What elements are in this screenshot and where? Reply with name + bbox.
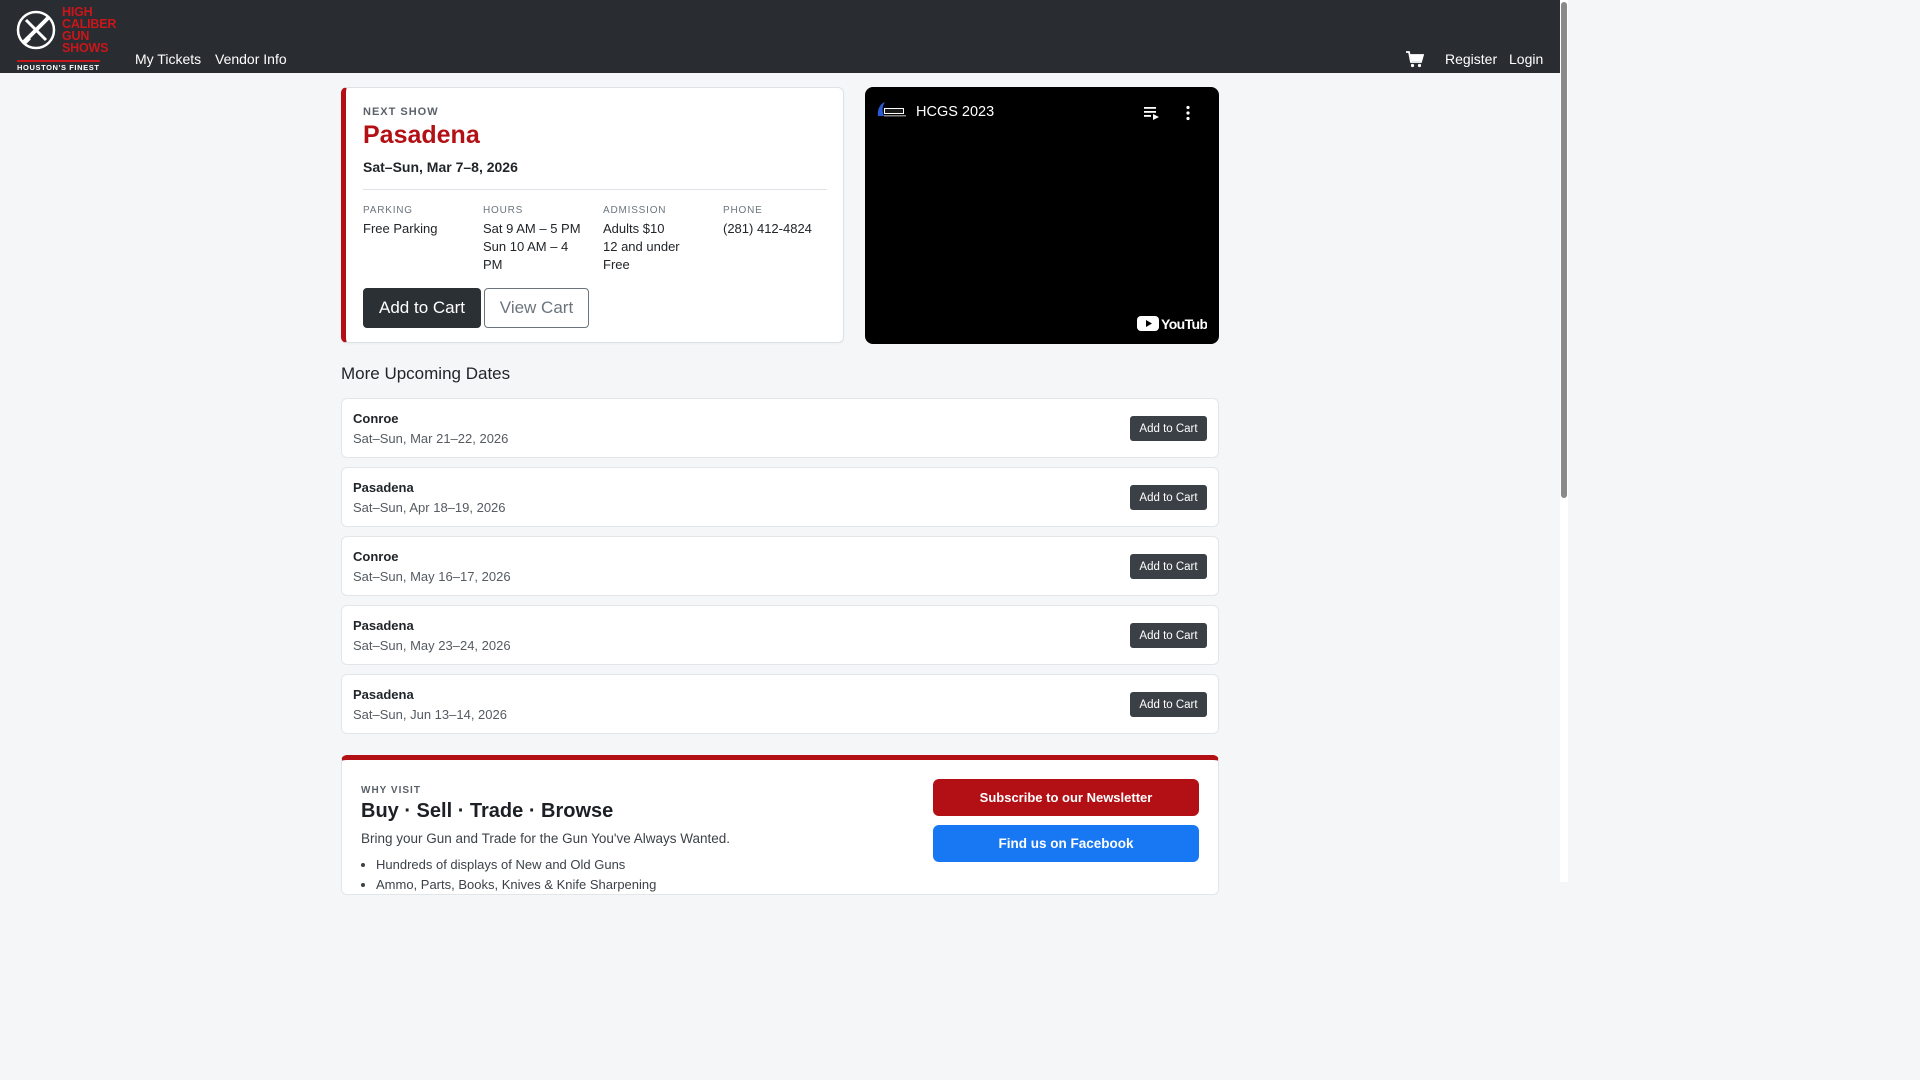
view-cart-button[interactable]: View Cart <box>484 288 589 328</box>
page-scrollbar[interactable] <box>1560 0 1568 882</box>
facebook-button[interactable]: Find us on Facebook <box>933 825 1199 862</box>
list-item: Pasadena Sat–Sun, May 23–24, 2026 Add to… <box>341 605 1219 665</box>
add-to-cart-button[interactable]: Add to Cart <box>363 288 481 328</box>
youtube-wordmark: YouTube <box>1161 316 1207 331</box>
divider <box>363 189 827 190</box>
show-dates: Sat–Sun, Mar 21–22, 2026 <box>353 431 509 446</box>
list-item: Hundreds of displays of New and Old Guns <box>376 855 656 875</box>
admission-line: 12 and under <box>603 239 680 254</box>
list-item: Conroe Sat–Sun, May 16–17, 2026 Add to C… <box>341 536 1219 596</box>
add-to-cart-button[interactable]: Add to Cart <box>1130 623 1207 648</box>
more-options-icon[interactable] <box>1184 105 1192 121</box>
hours-label: HOURS <box>483 205 524 216</box>
phone-info: PHONE (281) 412-4824 <box>723 205 835 238</box>
scrollbar-thumb[interactable] <box>1561 2 1567 498</box>
logo-tagline: HOUSTON'S FINEST <box>17 60 100 72</box>
next-show-city: Pasadena <box>363 121 480 149</box>
show-dates: Sat–Sun, Apr 18–19, 2026 <box>353 500 506 515</box>
add-to-cart-button[interactable]: Add to Cart <box>1130 692 1207 717</box>
parking-label: PARKING <box>363 205 413 216</box>
youtube-logo-icon[interactable]: YouTube <box>1137 315 1207 331</box>
list-item: Pasadena Sat–Sun, Apr 18–19, 2026 Add to… <box>341 467 1219 527</box>
next-show-dates: Sat–Sun, Mar 7–8, 2026 <box>363 159 518 175</box>
show-city: Pasadena <box>353 687 414 702</box>
admission-line: Free <box>603 257 630 272</box>
parking-value: Free Parking <box>363 221 438 236</box>
next-show-card: NEXT SHOW Pasadena Sat–Sun, Mar 7–8, 202… <box>341 87 844 343</box>
next-show-eyebrow: NEXT SHOW <box>363 106 439 118</box>
admission-line: Adults $10 <box>603 221 665 236</box>
shopping-cart-icon[interactable] <box>1406 51 1424 68</box>
hours-line: Sun 10 AM – 4 <box>483 239 569 254</box>
video-title[interactable]: HCGS 2023 <box>916 104 994 120</box>
playlist-icon[interactable] <box>1144 106 1160 120</box>
list-item: Pasadena Sat–Sun, Jun 13–14, 2026 Add to… <box>341 674 1219 734</box>
add-to-cart-button[interactable]: Add to Cart <box>1130 416 1207 441</box>
hours-line: Sat 9 AM – 5 PM <box>483 221 581 236</box>
why-visit-eyebrow: WHY VISIT <box>361 785 421 796</box>
why-visit-list: Hundreds of displays of New and Old Guns… <box>361 855 656 895</box>
logo-line: SHOWS <box>62 41 109 55</box>
list-item: Ammo, Parts, Books, Knives & Knife Sharp… <box>376 875 656 895</box>
show-city: Pasadena <box>353 618 414 633</box>
nav-my-tickets[interactable]: My Tickets <box>135 51 201 67</box>
add-to-cart-button[interactable]: Add to Cart <box>1130 485 1207 510</box>
site-logo[interactable]: HIGH CALIBER GUN SHOWS HOUSTON'S FINEST <box>14 6 116 72</box>
nav-register[interactable]: Register <box>1445 51 1497 67</box>
list-item: Conroe Sat–Sun, Mar 21–22, 2026 Add to C… <box>341 398 1219 458</box>
rifle-emblem-icon <box>16 10 56 50</box>
admission-info: ADMISSION Adults $10 12 and under Free <box>603 205 715 274</box>
hours-info: HOURS Sat 9 AM – 5 PM Sun 10 AM – 4 PM <box>483 205 595 274</box>
phone-label: PHONE <box>723 205 763 216</box>
show-dates: Sat–Sun, May 23–24, 2026 <box>353 638 511 653</box>
channel-avatar-icon[interactable] <box>875 101 907 119</box>
top-navbar: HIGH CALIBER GUN SHOWS HOUSTON'S FINEST … <box>0 0 1560 73</box>
show-city: Pasadena <box>353 480 414 495</box>
subscribe-newsletter-button[interactable]: Subscribe to our Newsletter <box>933 779 1199 816</box>
why-visit-headline: Buy · Sell · Trade · Browse <box>361 800 614 822</box>
why-visit-subline: Bring your Gun and Trade for the Gun You… <box>361 831 731 846</box>
nav-login[interactable]: Login <box>1509 51 1543 67</box>
nav-vendor-info[interactable]: Vendor Info <box>215 51 287 67</box>
show-dates: Sat–Sun, May 16–17, 2026 <box>353 569 511 584</box>
why-visit-card: WHY VISIT Buy · Sell · Trade · Browse Br… <box>341 755 1219 895</box>
show-dates: Sat–Sun, Jun 13–14, 2026 <box>353 707 507 722</box>
phone-value[interactable]: (281) 412-4824 <box>723 220 835 238</box>
youtube-video-embed[interactable]: HCGS 2023 YouTube <box>865 87 1219 344</box>
hours-line: PM <box>483 257 503 272</box>
show-city: Conroe <box>353 549 399 564</box>
logo-wordmark: HIGH CALIBER GUN SHOWS <box>62 6 116 55</box>
upcoming-dates-heading: More Upcoming Dates <box>341 364 511 383</box>
admission-label: ADMISSION <box>603 205 667 216</box>
show-city: Conroe <box>353 411 399 426</box>
parking-info: PARKING Free Parking <box>363 205 475 238</box>
add-to-cart-button[interactable]: Add to Cart <box>1130 554 1207 579</box>
